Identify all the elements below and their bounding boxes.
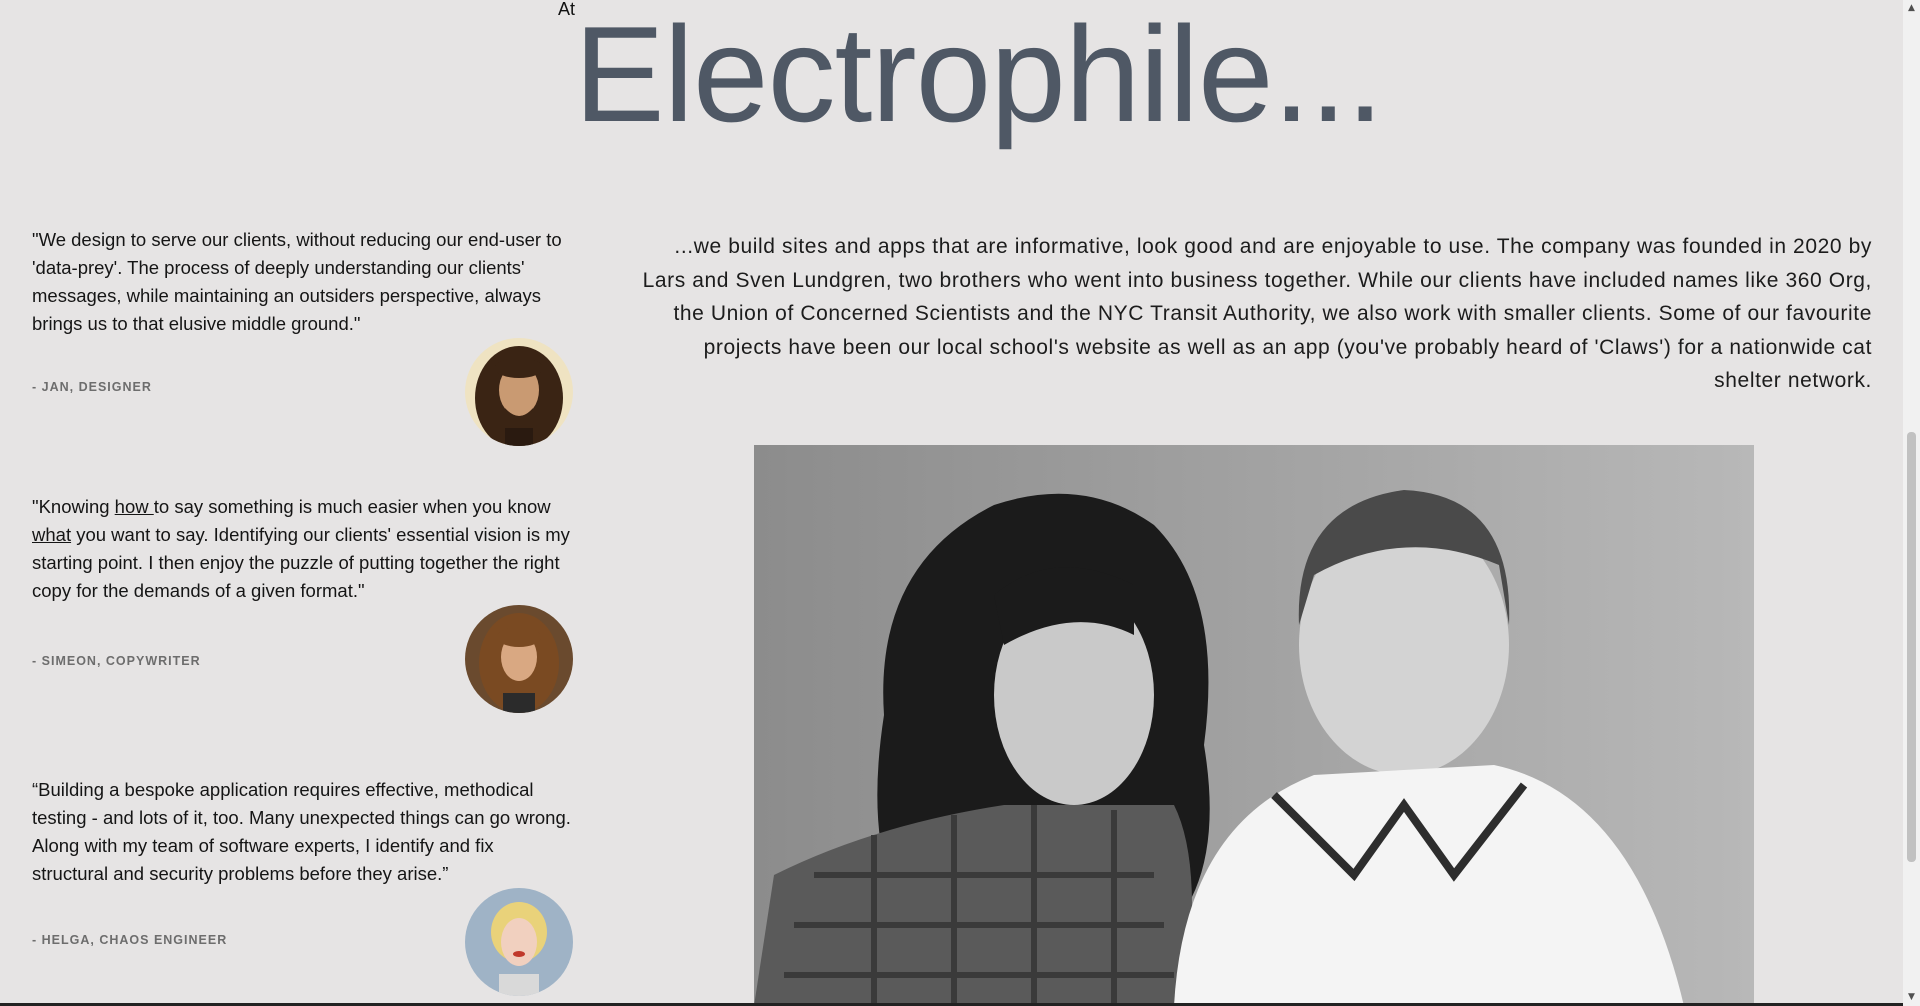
quote-text: you want to say. Identifying our clients… xyxy=(32,524,570,601)
testimonial-attribution: - HELGA, CHAOS ENGINEER xyxy=(32,933,228,947)
avatar xyxy=(465,605,573,713)
page: At Electrophile... "We design to serve o… xyxy=(0,0,1920,1006)
testimonial-attribution: - SIMEON, COPYWRITER xyxy=(32,654,201,668)
page-title: Electrophile... xyxy=(574,0,1384,150)
founders-photo xyxy=(754,445,1754,1006)
testimonial-quote: "We design to serve our clients, without… xyxy=(32,229,562,334)
testimonial-helga: “Building a bespoke application requires… xyxy=(32,776,574,1006)
founders-photo-image xyxy=(754,445,1754,1006)
quote-text: to say something is much easier when you… xyxy=(153,496,551,517)
helga-portrait-image xyxy=(465,888,573,996)
jan-portrait-image xyxy=(465,338,573,446)
quote-emphasis-how: how xyxy=(114,496,154,517)
avatar xyxy=(465,338,573,446)
quote-text: "Knowing xyxy=(32,496,115,517)
at-label: At xyxy=(558,0,576,19)
scroll-down-icon[interactable]: ▼ xyxy=(1903,989,1920,1006)
testimonial-quote: “Building a bespoke application requires… xyxy=(32,779,571,884)
scroll-thumb[interactable] xyxy=(1907,432,1916,862)
testimonial-jan: "We design to serve our clients, without… xyxy=(32,226,574,446)
vertical-scrollbar[interactable]: ▲ ▼ xyxy=(1903,0,1920,1006)
testimonial-simeon: "Knowing how to say something is much ea… xyxy=(32,493,574,723)
testimonial-quote: "Knowing how to say something is much ea… xyxy=(32,493,574,605)
company-intro: ...we build sites and apps that are info… xyxy=(642,235,1872,392)
quote-emphasis-what: what xyxy=(32,524,72,545)
scroll-up-icon[interactable]: ▲ xyxy=(1903,0,1920,17)
avatar xyxy=(465,888,573,996)
simeon-portrait-image xyxy=(465,605,573,713)
testimonial-attribution: - JAN, DESIGNER xyxy=(32,380,152,394)
